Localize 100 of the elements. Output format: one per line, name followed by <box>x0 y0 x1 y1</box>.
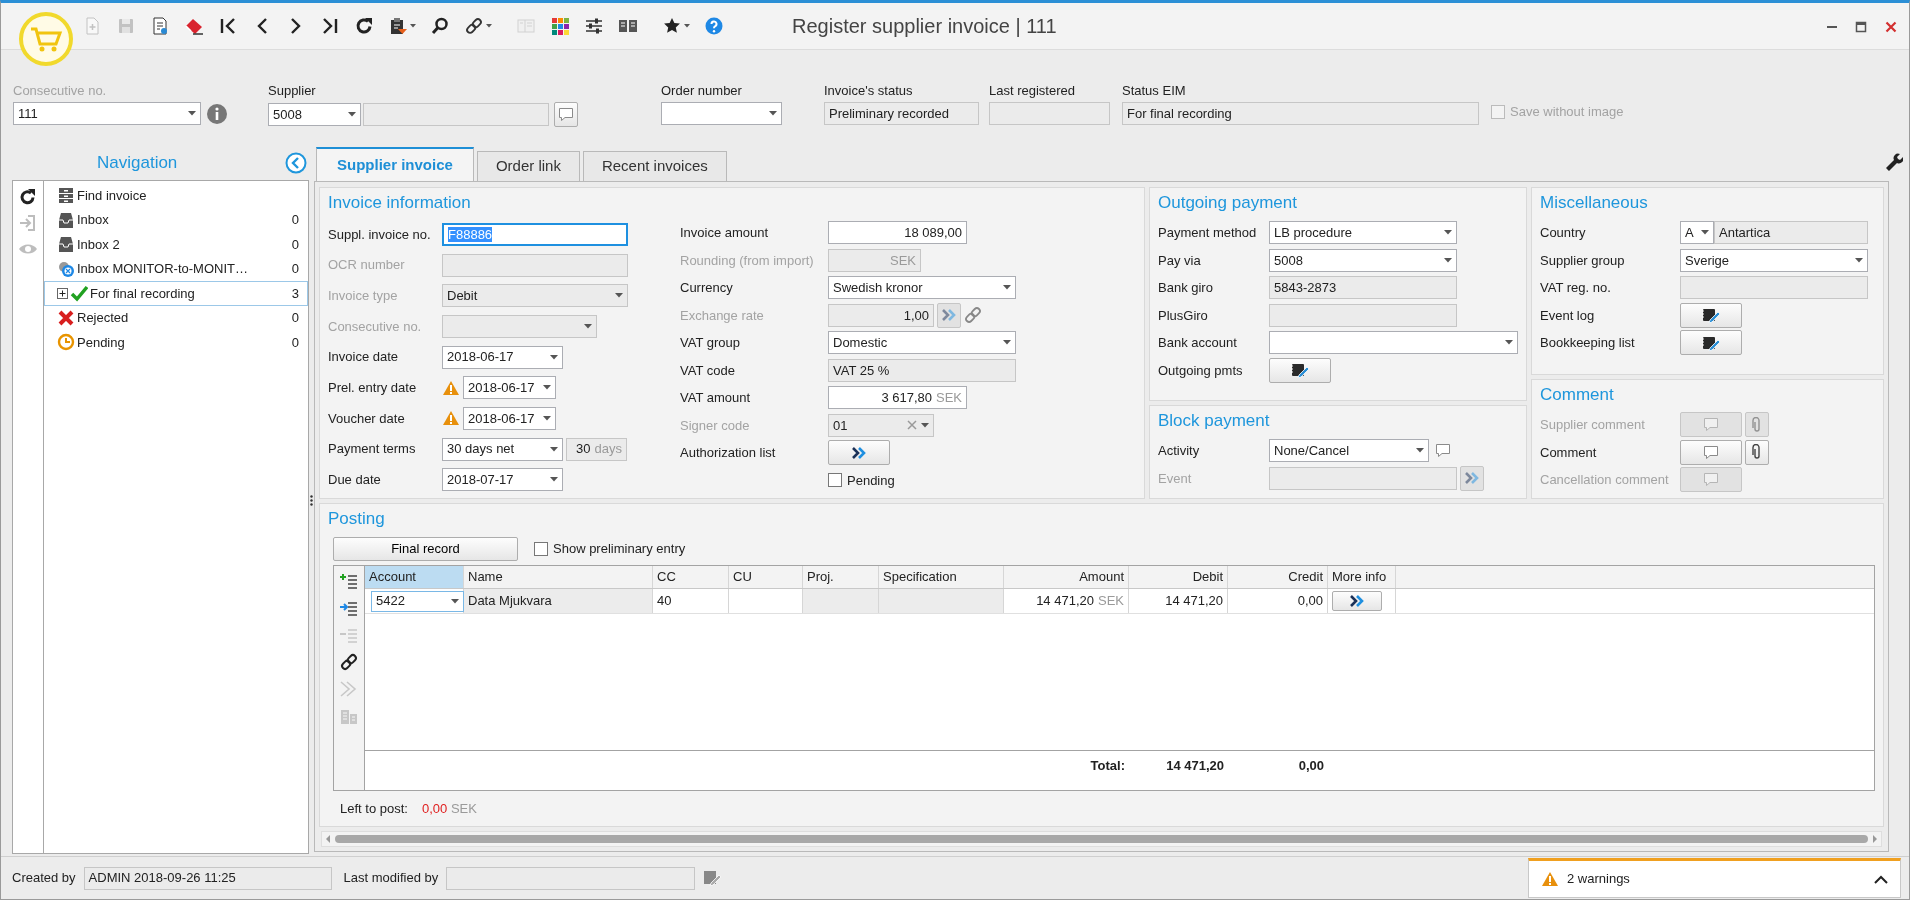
dropdown-field[interactable]: 5008 <box>268 103 361 126</box>
dropdown-field[interactable]: None/Cancel <box>1269 439 1429 463</box>
comment-button[interactable] <box>1680 439 1742 465</box>
authorization-list-button[interactable] <box>828 440 890 466</box>
caret-icon <box>615 293 623 299</box>
field-label: Authorization list <box>680 444 777 462</box>
link-icon[interactable] <box>339 652 359 672</box>
panel-title: Invoice information <box>328 192 472 214</box>
first-record-icon <box>218 16 238 36</box>
dropdown-field[interactable]: LB procedure <box>1269 221 1457 245</box>
dropdown-field[interactable]: A <box>1680 221 1714 245</box>
column-header[interactable]: CC <box>653 566 729 588</box>
dropdown-field[interactable] <box>661 102 782 125</box>
field-label: VAT amount <box>680 389 752 407</box>
column-header[interactable]: CU <box>729 566 803 588</box>
edit-button[interactable] <box>1680 330 1742 356</box>
more-info-button[interactable] <box>1332 591 1382 611</box>
caret-icon <box>1505 340 1513 346</box>
amount-field[interactable]: 3 617,80 SEK <box>828 386 967 410</box>
minimize-icon <box>1827 25 1837 28</box>
edit-button[interactable] <box>1269 357 1331 383</box>
field-label: Rounding (from import) <box>680 251 815 270</box>
notebook-pencil-icon <box>1290 362 1310 379</box>
nav-item[interactable]: Inbox MONITOR-to-MONIT… 0 <box>44 256 308 281</box>
column-header[interactable]: Proj. <box>803 566 879 588</box>
column-header[interactable]: Account <box>365 566 464 588</box>
caret-icon <box>584 323 592 329</box>
column-header[interactable]: Debit <box>1129 566 1228 588</box>
expand-tree-icon[interactable] <box>57 287 68 299</box>
caret-icon <box>1444 257 1452 263</box>
chevron-up-icon[interactable] <box>1874 874 1888 884</box>
readonly-field: 5843-2873 <box>1269 276 1457 300</box>
checkbox[interactable] <box>828 473 842 488</box>
panel-title: Outgoing payment <box>1158 192 1298 214</box>
maximize-icon <box>1855 20 1867 33</box>
nav-item[interactable]: Rejected 0 <box>44 305 308 330</box>
nav-item[interactable]: Inbox 2 0 <box>44 232 308 257</box>
date-field[interactable]: 2018-06-17 <box>463 406 556 430</box>
tab[interactable]: Order link <box>476 151 580 181</box>
comment-icon <box>1703 444 1719 460</box>
scroll-right-icon <box>1872 835 1877 843</box>
days-field: 30 days <box>566 437 627 461</box>
column-header[interactable]: More info <box>1328 566 1396 588</box>
dropdown-field[interactable]: 30 days net <box>442 437 563 461</box>
date-field[interactable]: 2018-06-17 <box>442 345 563 369</box>
nav-item[interactable]: For final recording 3 <box>44 281 308 306</box>
checkbox[interactable] <box>534 542 548 556</box>
dropdown-field[interactable]: Swedish kronor <box>828 276 1016 300</box>
comment-icon <box>558 107 574 122</box>
go-button[interactable] <box>1460 465 1484 491</box>
caret-icon <box>1855 257 1863 263</box>
nav-item[interactable]: Find invoice <box>44 183 308 208</box>
column-header[interactable]: Specification <box>879 566 1004 588</box>
warnings-panel[interactable]: 2 warnings <box>1528 858 1901 898</box>
date-field[interactable]: 2018-07-17 <box>442 468 563 492</box>
dropdown-field[interactable]: Domestic <box>828 331 1016 355</box>
notebook-pencil-icon <box>1701 334 1721 351</box>
tab[interactable]: Recent invoices <box>582 151 727 181</box>
checkbox-label: Show preliminary entry <box>553 540 686 559</box>
field-label: Consecutive no. <box>328 317 423 336</box>
table-cell: 14 471,20 <box>1129 589 1228 613</box>
info-icon[interactable] <box>206 102 228 125</box>
amount-field[interactable]: 18 089,00 <box>828 221 967 245</box>
nav-item[interactable]: Pending 0 <box>44 330 308 355</box>
splitter-grip-icon[interactable] <box>310 495 313 506</box>
caret-icon <box>684 24 690 28</box>
refresh-icon[interactable] <box>18 187 38 207</box>
dropdown-field[interactable]: 5008 <box>1269 248 1457 272</box>
dropdown-field[interactable]: Sverige <box>1680 248 1868 272</box>
edit-button[interactable] <box>1680 302 1742 328</box>
check-icon <box>70 284 88 303</box>
collapse-icon[interactable] <box>285 151 307 174</box>
dropdown-field[interactable] <box>1269 331 1518 355</box>
total-label: Total: <box>1089 756 1126 775</box>
clipboard-icon <box>388 16 408 36</box>
field-label: Suppl. invoice no. <box>328 225 432 244</box>
nav-item[interactable]: Inbox 0 <box>44 207 308 232</box>
field-label: Due date <box>328 471 382 490</box>
attach-button[interactable] <box>1745 439 1769 465</box>
edit-icon[interactable] <box>703 870 722 886</box>
cross-icon <box>57 308 75 327</box>
comment-button[interactable] <box>554 102 578 127</box>
caret-icon <box>543 415 551 421</box>
add-row-icon[interactable] <box>339 571 359 591</box>
field-label: Signer code <box>680 416 751 435</box>
comment-icon <box>1703 472 1719 488</box>
horizontal-scrollbar[interactable] <box>321 831 1882 847</box>
caret-icon <box>410 24 416 28</box>
column-header[interactable]: Credit <box>1228 566 1328 588</box>
link-icon <box>464 16 484 36</box>
column-header[interactable]: Amount <box>1004 566 1129 588</box>
column-header[interactable]: Name <box>464 566 653 588</box>
caret-icon <box>543 385 551 391</box>
item-count: 0 <box>291 211 299 229</box>
final-record-button[interactable]: Final record <box>333 537 518 561</box>
dropdown-field[interactable]: 5422 <box>371 590 464 612</box>
date-field[interactable]: 2018-06-17 <box>463 376 556 400</box>
double-chevron-icon <box>1464 472 1480 485</box>
go-button[interactable] <box>937 302 961 328</box>
layout-icon <box>516 16 536 36</box>
